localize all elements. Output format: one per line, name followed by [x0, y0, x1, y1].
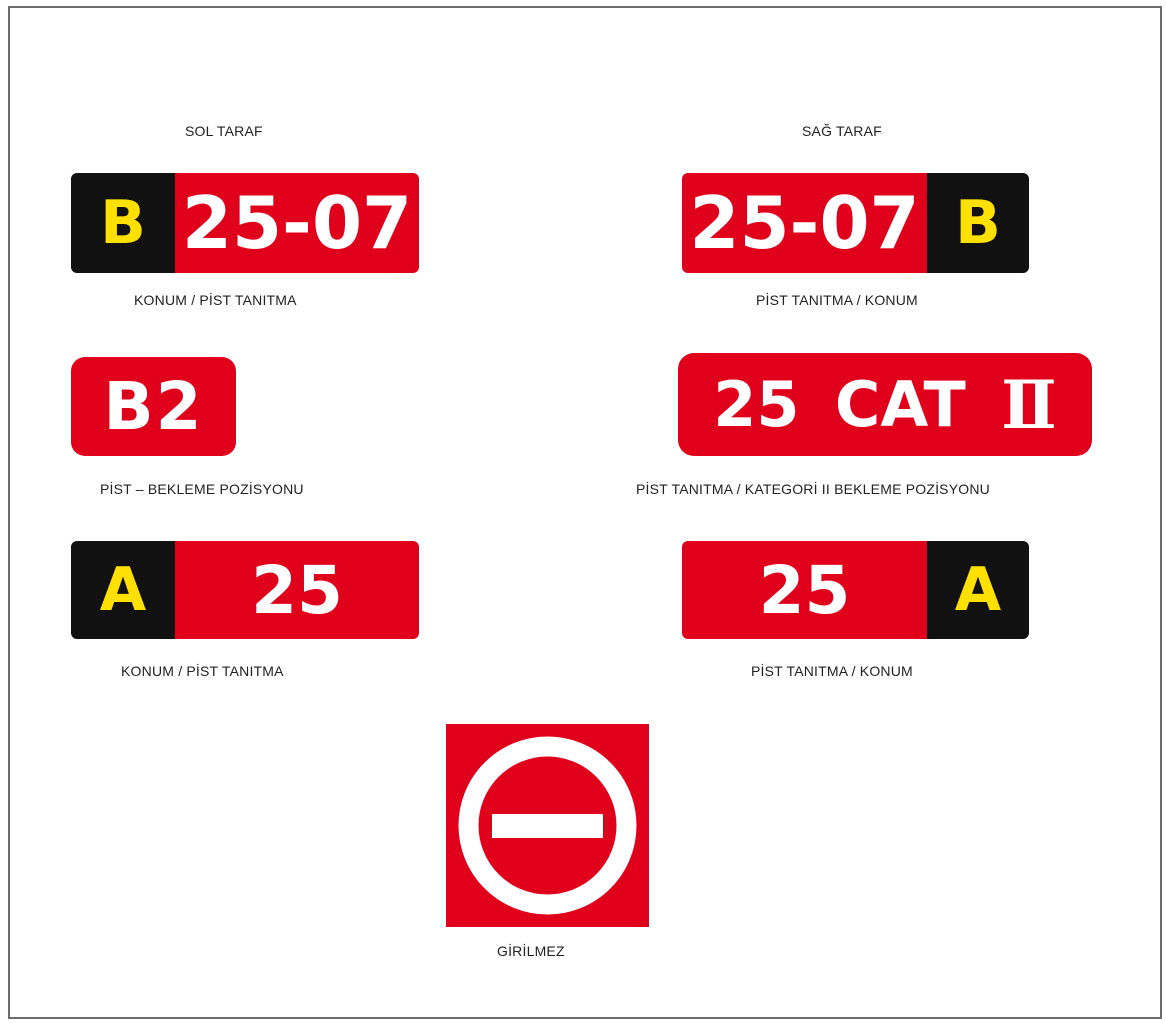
right-side-header: SAĞ TARAF	[802, 123, 882, 139]
left-side-header: SOL TARAF	[185, 123, 263, 139]
runway-designator: 25	[758, 551, 851, 629]
row1-right-caption: PİST TANITMA / KONUM	[756, 292, 918, 308]
runway-designator: 25	[713, 368, 800, 441]
location-panel: B	[927, 173, 1029, 273]
category-numeral: Ⅱ	[1001, 365, 1057, 444]
row3-left-caption: KONUM / PİST TANITMA	[121, 663, 284, 679]
no-entry-caption: GİRİLMEZ	[497, 943, 565, 959]
runway-location-sign-25-a: 25 A	[682, 541, 1029, 639]
runway-designator: 25	[251, 551, 343, 629]
row2-right-caption: PİST TANITMA / KATEGORİ II BEKLEME POZİS…	[636, 481, 990, 497]
location-runway-sign-a-25: A 25	[71, 541, 419, 639]
location-panel: A	[71, 541, 175, 639]
runway-panel: 25	[175, 541, 419, 639]
runway-designator: 25-07	[181, 181, 413, 265]
row1-left-caption: KONUM / PİST TANITMA	[134, 292, 297, 308]
runway-panel: 25	[682, 541, 927, 639]
location-letter: B	[955, 188, 1001, 258]
runway-location-sign-25-07-b: 25-07 B	[682, 173, 1029, 273]
location-letter: B	[100, 188, 146, 258]
holding-position-text: B2	[103, 368, 204, 445]
runway-panel: 25-07	[682, 173, 927, 273]
runway-designator: 25-07	[689, 181, 920, 265]
holding-position-sign-b2: B2	[71, 357, 236, 456]
cat-ii-holding-sign: 25 CAT Ⅱ	[678, 353, 1092, 456]
runway-panel: 25-07	[175, 173, 419, 273]
row3-right-caption: PİST TANITMA / KONUM	[751, 663, 913, 679]
no-entry-sign	[446, 724, 649, 927]
no-entry-icon	[458, 736, 637, 915]
location-runway-sign-b-25-07: B 25-07	[71, 173, 419, 273]
location-letter: A	[954, 555, 1002, 625]
location-letter: A	[99, 555, 147, 625]
row2-left-caption: PİST – BEKLEME POZİSYONU	[100, 481, 304, 497]
location-panel: A	[927, 541, 1029, 639]
category-label: CAT	[834, 368, 966, 441]
location-panel: B	[71, 173, 175, 273]
